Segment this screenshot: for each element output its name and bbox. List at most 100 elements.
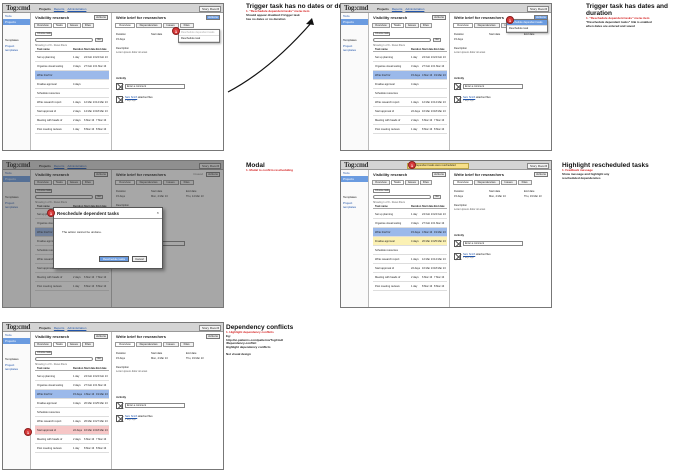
annotation-badge: 1 [506, 16, 514, 24]
tab-tasks[interactable]: Tasks [390, 23, 404, 28]
annotation-badge: 1 [24, 428, 32, 436]
activity-update: Sam Smith attached files [125, 96, 153, 99]
wireframe-conflicts: Tog:cmd Projects Reports Administration St… [2, 322, 224, 470]
tab-overview[interactable]: Overview [453, 23, 473, 28]
tab-files[interactable]: Files [179, 23, 194, 28]
task-title: Write brief for researchers [116, 15, 166, 20]
tab-issues[interactable]: Issues [404, 23, 419, 28]
user-menu[interactable]: Story Room [199, 5, 221, 12]
task-table-header: Task name Duration Start date End date [35, 48, 109, 52]
nav-administration[interactable]: Administration [67, 7, 86, 11]
choose-task-select[interactable]: Choose task [35, 32, 52, 36]
project-tabs: Overview Tasks Issues Files [34, 23, 94, 28]
table-row[interactable]: Schedule resources [373, 89, 447, 98]
showing-text: Showing 1 of 9 - Reset filters [373, 44, 405, 47]
tab-dependencies[interactable]: Dependencies [135, 23, 162, 28]
nav-administration[interactable]: Administration [405, 7, 424, 11]
table-row[interactable]: Finalise approval 4 days [373, 80, 447, 89]
nav-projects[interactable]: Projects [377, 7, 389, 11]
table-row[interactable]: Write research report 1 days 12 Mar 13 14 M… [35, 98, 109, 107]
search-button[interactable]: Go [433, 38, 441, 42]
description-text: Lorem ipsum dolor sit amet [116, 51, 148, 54]
close-icon[interactable]: × [157, 210, 159, 215]
modal-body: The action cannot be undone. [62, 230, 102, 234]
note-with-dates: Trigger task has dates and duration 1. "… [586, 3, 669, 28]
comment-input[interactable]: Enter a comment [125, 84, 185, 89]
task-tabs: Overview Dependencies Issues Files [115, 23, 194, 28]
wireframe-with-dates: Tog:cmd Projects Reports Administration St… [340, 3, 552, 151]
avatar-placeholder [454, 83, 461, 90]
activity-heading: Activity [116, 76, 127, 80]
menu-item-reschedule-task[interactable]: Reschedule task [179, 36, 219, 42]
table-row[interactable]: Organise visual testing 3 days 27 Feb 13 1 … [373, 62, 447, 71]
tab-overview[interactable]: Overview [34, 23, 52, 28]
left-nav: Todo Projects Templates Project template… [3, 13, 31, 150]
wireframe-no-dates: Tog:cmd Projects Reports Administration … [2, 3, 224, 151]
task-table: Set up planning 1 day 24 Feb 13 24 Feb 13 O… [373, 53, 447, 134]
task-actions-button[interactable]: Actions [206, 15, 220, 20]
table-row[interactable]: Start approval of 22 days 16 Mar 13 18 Mar … [373, 107, 447, 116]
top-bar: Tog:cmd Projects Reports Administration … [3, 4, 223, 13]
table-row[interactable]: Write research report 1 days 12 Mar 13 14 M… [373, 98, 447, 107]
comment-input[interactable]: Enter a comment [463, 84, 523, 89]
table-row[interactable]: Schedule resources [35, 89, 109, 98]
note-conflicts: Dependency conflicts 1. Highlight depend… [226, 324, 294, 356]
nav-reports[interactable]: Reports [54, 7, 65, 11]
task-title: Write brief for researchers [454, 15, 504, 20]
user-menu[interactable]: Story Room [527, 5, 549, 12]
table-row[interactable]: Meeting with heads of 2 days 6 Mar 13 7 Mar… [35, 116, 109, 125]
avatar-placeholder [116, 83, 123, 90]
table-row[interactable]: Set up planning 1 day 24 Feb 13 24 Feb 13 [35, 53, 109, 62]
reschedule-tasks-button[interactable]: Reschedule tasks [99, 256, 129, 262]
table-row[interactable]: Start approval of 2 days 14 Mar 13 18 Mar 1… [35, 107, 109, 116]
search-button[interactable]: Go [95, 38, 103, 42]
project-actions-button[interactable]: Actions [94, 15, 108, 20]
task-table: Set up planning 1 day 24 Feb 13 24 Feb 13 O… [35, 53, 109, 134]
table-row[interactable]: Finalise approval 4 days [35, 80, 109, 89]
tab-files[interactable]: Files [81, 23, 94, 28]
table-row-selected[interactable]: Write brief for 15 days 4 Mar 13 19 Mar 13 [373, 71, 447, 80]
choose-task-select[interactable]: Choose task [373, 32, 390, 36]
tab-tasks[interactable]: Tasks [52, 23, 66, 28]
avatar-placeholder [454, 96, 461, 103]
modal-title: Reschedule dependent tasks [57, 211, 120, 216]
avatar-placeholder [116, 96, 123, 103]
project-title: Visibility research [35, 15, 70, 20]
app-logo: Tog:cmd [6, 4, 31, 12]
wireframe-modal: Tog:cmd Projects Reports Administration St… [2, 160, 224, 308]
table-row[interactable]: Post meeting reviews 1 day 8 Mar 13 8 Mar 1… [373, 125, 447, 134]
search-input[interactable] [373, 38, 431, 42]
search-input[interactable] [35, 38, 93, 42]
table-row[interactable]: Post meeting reviews 1 day 8 Mar 13 8 Mar 1… [35, 125, 109, 134]
table-row[interactable]: Organise visual testing 3 days 27 Feb 13 1 … [35, 62, 109, 71]
table-row-conflict[interactable]: Start approval of 22 days 16 Mar 13 18 Mar … [35, 426, 109, 435]
reschedule-modal: Reschedule dependent tasks × The action … [53, 207, 163, 269]
task-list-panel: Visibility research Actions Overview Tas… [32, 13, 112, 150]
feedback-banner: Dependent tasks were rescheduled [407, 162, 469, 169]
description-label: Description [116, 47, 129, 50]
nav-projects[interactable]: Projects [39, 7, 51, 11]
task-table-header: Task name Duration Start date End date [373, 48, 447, 52]
cancel-button[interactable]: Cancel [132, 256, 147, 262]
table-row[interactable]: Meeting with heads of 2 days 6 Mar 13 7 Mar… [373, 116, 447, 125]
tab-dependencies[interactable]: Dependencies [473, 23, 500, 28]
menu-item-reschedule-task[interactable]: Reschedule task [507, 26, 547, 32]
user-link[interactable]: Sam Smith [125, 96, 137, 99]
annotation-badge: 1 [47, 209, 55, 217]
note-modal: Modal 1. Modal to confirm rescheduling [246, 162, 294, 172]
table-row-selected[interactable]: Write brief for [35, 71, 109, 80]
user-link[interactable]: Sam Smith [463, 96, 475, 99]
table-row-highlighted[interactable]: Finalise approval 4 days 20 Mar 13 25 Mar 1… [373, 237, 447, 246]
top-nav: Projects Reports Administration [39, 7, 86, 11]
tab-overview[interactable]: Overview [372, 23, 390, 28]
tab-issues[interactable]: Issues [66, 23, 81, 28]
tab-overview[interactable]: Overview [115, 23, 135, 28]
update-time: 2 days ago [125, 100, 136, 102]
nav-reports[interactable]: Reports [392, 7, 403, 11]
left-nav-project-templates[interactable]: Project templates [341, 43, 368, 53]
project-actions-button[interactable]: Actions [432, 15, 446, 20]
tab-files[interactable]: Files [419, 23, 432, 28]
actions-dropdown: Reschedule dependent tasks Reschedule ta… [178, 29, 220, 43]
table-row[interactable]: Set up planning 1 day 24 Feb 13 24 Feb 13 [373, 53, 447, 62]
left-nav-project-templates[interactable]: Project templates [3, 43, 30, 53]
